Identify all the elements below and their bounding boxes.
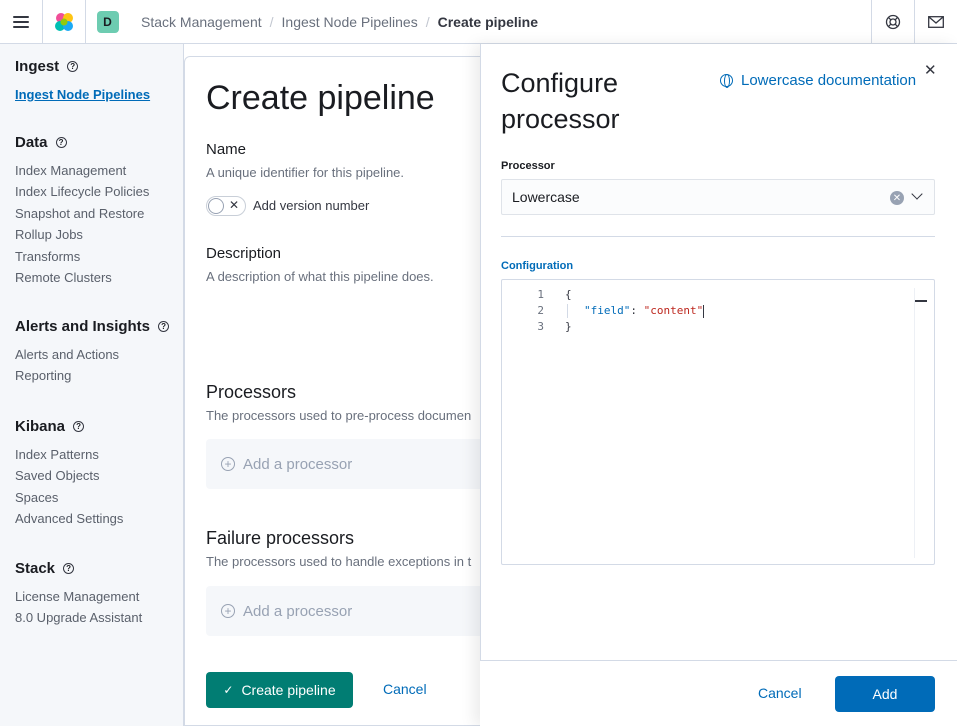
sidebar-item-upgrade-assistant[interactable]: 8.0 Upgrade Assistant (15, 607, 183, 629)
add-failure-processor-button[interactable]: + Add a processor (206, 586, 486, 636)
help-lifebuoy-icon (885, 14, 901, 30)
text-cursor (703, 304, 705, 318)
sidebar-item-snapshot-and-restore[interactable]: Snapshot and Restore (15, 203, 183, 225)
breadcrumb-ingest-node-pipelines[interactable]: Ingest Node Pipelines (282, 14, 418, 30)
processors-title: Processors (206, 382, 297, 402)
sidebar-item-alerts-and-actions[interactable]: Alerts and Actions (15, 344, 183, 366)
divider (501, 236, 935, 237)
space-selector[interactable]: D (86, 0, 129, 44)
elastic-logo[interactable] (43, 0, 86, 44)
indent-guide (567, 304, 568, 318)
help-icon[interactable]: ? (55, 137, 67, 148)
toggle-knob (208, 198, 224, 214)
help-icon[interactable]: ? (73, 421, 85, 432)
sidebar-section-alerts-and-insights: Alerts and Insights? (15, 317, 183, 337)
add-processor-label: Add a processor (243, 602, 353, 620)
json-key: "field" (584, 304, 631, 317)
sidebar-item-index-patterns[interactable]: Index Patterns (15, 444, 183, 466)
failure-processors-help-text: The processors used to handle exceptions… (206, 554, 472, 569)
json-value: "content" (643, 304, 704, 317)
menu-button[interactable] (0, 0, 43, 44)
breadcrumb-separator: / (425, 13, 430, 30)
line-number: 1 (537, 288, 544, 301)
chevron-down-icon[interactable] (911, 188, 923, 200)
flyout-title: Configure processor (501, 68, 620, 134)
line-number: 2 (537, 304, 544, 317)
processor-type-combobox[interactable]: Lowercase ✕ (501, 179, 935, 215)
sidebar-item-ingest-node-pipelines[interactable]: Ingest Node Pipelines (15, 84, 183, 106)
sidebar-item-remote-clusters[interactable]: Remote Clusters (15, 267, 183, 289)
json-colon: : (630, 304, 644, 317)
documentation-icon (720, 74, 733, 88)
processor-type-value: Lowercase (512, 189, 580, 205)
description-label: Description (206, 245, 282, 262)
newsfeed-button[interactable] (914, 0, 957, 44)
sidebar-item-rollup-jobs[interactable]: Rollup Jobs (15, 224, 183, 246)
add-processor-submit-button[interactable]: Add (835, 676, 935, 712)
sidebar-item-transforms[interactable]: Transforms (15, 246, 183, 268)
description-help-text: A description of what this pipeline does… (206, 269, 434, 284)
sidebar-item-index-lifecycle-policies[interactable]: Index Lifecycle Policies (15, 181, 183, 203)
check-icon: ✓ (223, 683, 234, 697)
sidebar-item-advanced-settings[interactable]: Advanced Settings (15, 508, 183, 530)
editor-scrollbar[interactable] (914, 288, 915, 558)
breadcrumb-stack-management[interactable]: Stack Management (141, 14, 262, 30)
sidebar-item-index-management[interactable]: Index Management (15, 160, 183, 182)
hamburger-icon (13, 15, 29, 28)
cross-icon: ✕ (228, 198, 239, 212)
elastic-logo-icon (55, 12, 73, 31)
sidebar-item-saved-objects[interactable]: Saved Objects (15, 465, 183, 487)
sidebar-item-license-management[interactable]: License Management (15, 586, 183, 608)
code-line: } (565, 320, 572, 333)
documentation-link-label: Lowercase documentation (741, 72, 917, 89)
space-avatar: D (96, 10, 119, 33)
breadcrumb-separator: / (269, 13, 274, 30)
processors-help-text: The processors used to pre-process docum… (206, 408, 472, 423)
close-icon[interactable]: ✕ (924, 61, 937, 79)
help-icon[interactable]: ? (67, 60, 79, 72)
code-line: { (565, 288, 572, 301)
management-sidebar: Ingest? Ingest Node Pipelines Data? Inde… (0, 44, 184, 726)
create-pipeline-label: Create pipeline (241, 682, 336, 698)
configuration-label: Configuration (501, 260, 574, 272)
create-pipeline-button[interactable]: ✓ Create pipeline (206, 672, 353, 708)
help-icon[interactable]: ? (158, 321, 170, 332)
add-processor-label: Add a processor (243, 455, 353, 473)
sidebar-item-reporting[interactable]: Reporting (15, 365, 183, 387)
breadcrumb-create-pipeline: Create pipeline (437, 13, 538, 30)
mail-icon (928, 16, 944, 28)
line-number: 3 (537, 320, 544, 333)
sidebar-item-spaces[interactable]: Spaces (15, 487, 183, 509)
sidebar-section-kibana: Kibana? (15, 417, 183, 437)
documentation-link[interactable]: Lowercase documentation (720, 72, 916, 89)
plus-circle-icon: + (221, 604, 235, 618)
sidebar-section-stack: Stack? (15, 559, 183, 579)
plus-circle-icon: + (221, 457, 235, 471)
code-line: "field": "content" (584, 304, 705, 318)
flyout-cancel-button[interactable]: Cancel (758, 685, 802, 701)
add-processor-button[interactable]: + Add a processor (206, 439, 486, 489)
name-help-text: A unique identifier for this pipeline. (206, 165, 405, 180)
failure-processors-title: Failure processors (206, 528, 355, 548)
help-icon[interactable]: ? (63, 563, 75, 574)
page-title: Create pipeline (206, 79, 435, 117)
version-toggle-label[interactable]: Add version number (253, 198, 369, 213)
sidebar-section-data: Data? (15, 133, 183, 153)
breadcrumb: Stack Management / Ingest Node Pipelines… (129, 14, 538, 30)
processor-label: Processor (501, 160, 555, 172)
name-label: Name (206, 141, 247, 158)
configuration-code-editor[interactable]: 1 2 3 { "field": "content" } (501, 279, 935, 565)
sidebar-section-ingest: Ingest? (15, 56, 183, 76)
clear-icon[interactable]: ✕ (890, 191, 904, 205)
help-menu-button[interactable] (871, 0, 914, 44)
top-header: D Stack Management / Ingest Node Pipelin… (0, 0, 957, 44)
cancel-pipeline-button[interactable]: Cancel (383, 681, 427, 697)
editor-overview-ruler (915, 300, 927, 302)
version-toggle[interactable]: ✕ (206, 196, 246, 216)
